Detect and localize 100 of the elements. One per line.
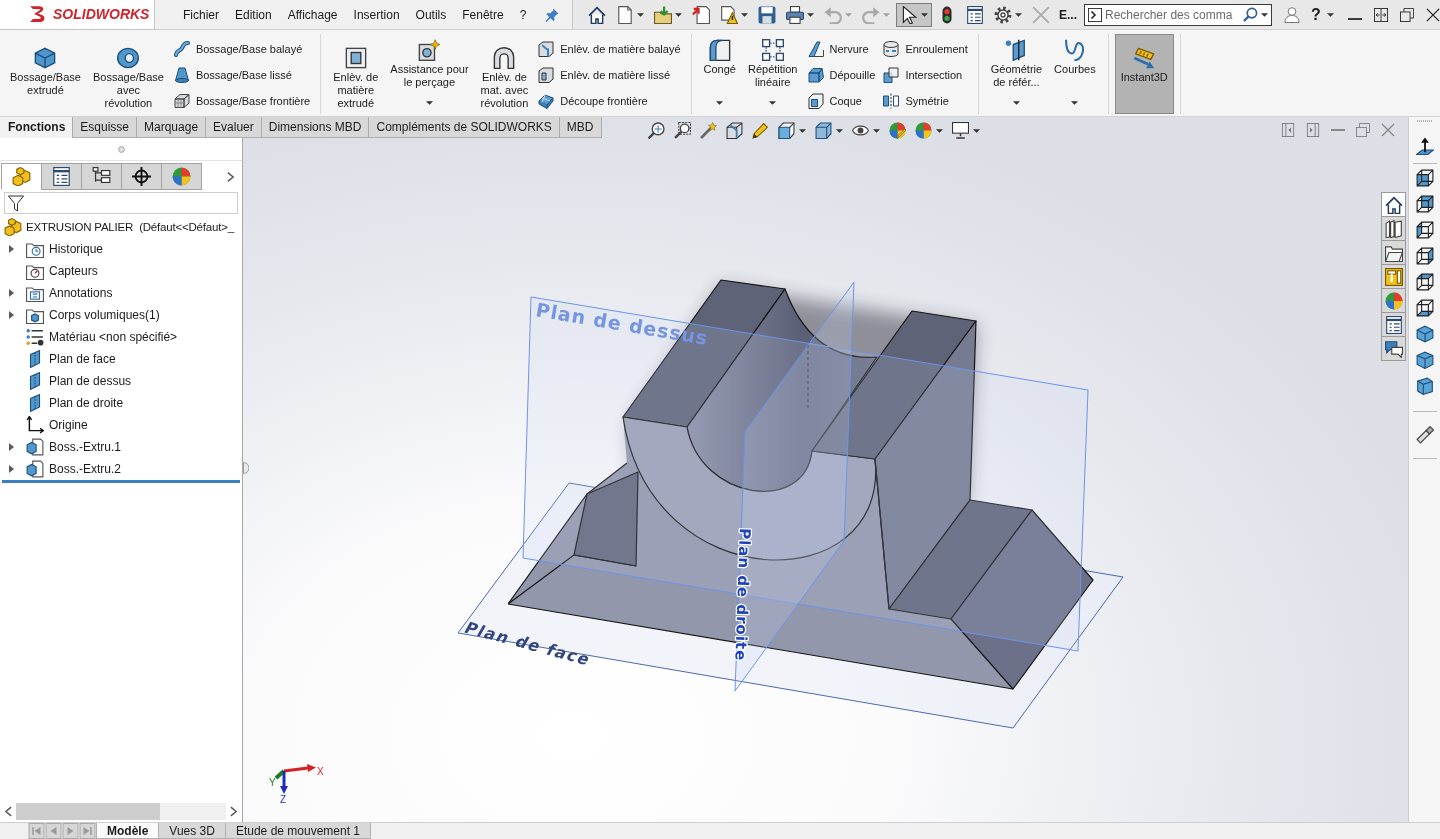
- ribbon-button[interactable]: Enlèv. de mat. avec révolution: [474, 34, 535, 114]
- tree-item[interactable]: Historique: [49, 242, 104, 256]
- wireframe-cube-icon[interactable]: [1415, 169, 1434, 187]
- expand-arrow-icon[interactable]: [8, 465, 14, 473]
- tree-item[interactable]: Plan de face: [49, 352, 116, 366]
- tree-item[interactable]: Annotations: [49, 286, 113, 300]
- caret-icon[interactable]: [1261, 12, 1268, 17]
- section-cube-icon[interactable]: [726, 122, 743, 139]
- ribbon-button[interactable]: Enlèv. de matière lissé: [534, 64, 685, 86]
- tree-item[interactable]: Origine: [49, 418, 88, 432]
- task-pane-tab[interactable]: [1381, 264, 1406, 289]
- panel-tab[interactable]: [81, 163, 122, 190]
- panel-tab[interactable]: [41, 163, 82, 190]
- tab[interactable]: Dimensions MBD: [260, 117, 370, 138]
- ribbon-button[interactable]: Bossage/Base avec révolution: [86, 34, 170, 114]
- color-ball-icon[interactable]: [915, 122, 932, 139]
- ribbon-button[interactable]: Bossage/Base extrudé: [4, 34, 87, 114]
- tab[interactable]: Modèle: [96, 823, 160, 839]
- search-box[interactable]: Rechercher des comma: [1084, 3, 1272, 26]
- tree-item[interactable]: Boss.-Extru.2: [49, 462, 122, 476]
- minimize-icon[interactable]: [1347, 17, 1362, 20]
- help-menu[interactable]: ?: [1311, 5, 1321, 24]
- ribbon-button[interactable]: Enroulement: [879, 38, 972, 60]
- ribbon-button[interactable]: Répétition linéaire: [741, 34, 804, 114]
- restore-icon[interactable]: [1399, 7, 1414, 22]
- tab[interactable]: Evaluer: [205, 117, 262, 138]
- expand-arrow-icon[interactable]: [8, 289, 14, 297]
- task-pane-tab[interactable]: [1381, 216, 1406, 241]
- ribbon-button[interactable]: Intersection: [879, 64, 972, 86]
- menu-item[interactable]: Fichier: [175, 7, 227, 22]
- ribbon-button[interactable]: Instant3D: [1114, 34, 1174, 114]
- splitter-handle-icon[interactable]: [117, 145, 125, 153]
- zoom-fit-icon[interactable]: [648, 122, 665, 139]
- tree-item[interactable]: Boss.-Extru.1: [49, 440, 122, 454]
- flashlight-icon[interactable]: [1415, 426, 1434, 444]
- pin-icon[interactable]: [545, 7, 559, 22]
- normal-to-icon[interactable]: [1415, 137, 1434, 155]
- monitor-icon[interactable]: [952, 122, 969, 139]
- menu-item[interactable]: Insertion: [345, 7, 408, 22]
- tree-item[interactable]: Matériau <non spécifié>: [49, 330, 178, 344]
- caret-icon[interactable]: [1326, 12, 1334, 17]
- tab[interactable]: MBD: [558, 117, 602, 138]
- caret-icon[interactable]: [936, 128, 943, 133]
- wireframe-cube-icon[interactable]: [1415, 195, 1434, 213]
- task-pane-tab[interactable]: [1381, 192, 1406, 217]
- wireframe-cube-icon[interactable]: [1415, 221, 1434, 239]
- eye-icon[interactable]: [852, 122, 869, 139]
- caret-icon[interactable]: [799, 128, 806, 133]
- ribbon-button[interactable]: Géométrie de référ...: [984, 34, 1049, 114]
- wireframe-cube-icon[interactable]: [1415, 247, 1434, 265]
- ribbon-button[interactable]: Découpe frontière: [534, 90, 685, 112]
- scrollbar-thumb[interactable]: [16, 803, 160, 820]
- ribbon-button[interactable]: Bossage/Base lissé: [169, 64, 315, 86]
- tree-item[interactable]: Capteurs: [49, 264, 98, 278]
- ribbon-button[interactable]: Bossage/Base balayé: [169, 38, 315, 60]
- menu-item[interactable]: Affichage: [279, 7, 346, 22]
- task-pane-tab[interactable]: [1381, 336, 1406, 361]
- cube-icon[interactable]: [1415, 351, 1434, 369]
- tile-icon[interactable]: [1373, 7, 1388, 22]
- task-pane-tab[interactable]: [1381, 240, 1406, 265]
- ribbon-button[interactable]: Assistance pour le perçage: [384, 34, 475, 114]
- tab[interactable]: Marquage: [136, 117, 207, 138]
- tab[interactable]: Etude de mouvement 1: [224, 823, 371, 839]
- chevron-left-icon[interactable]: [5, 806, 12, 817]
- tile-left-icon[interactable]: [1281, 123, 1295, 137]
- ribbon-button[interactable]: Coque: [803, 90, 880, 112]
- expand-arrow-icon[interactable]: [8, 443, 14, 451]
- close-icon[interactable]: [1425, 7, 1440, 22]
- wand-icon[interactable]: [700, 122, 717, 139]
- tab[interactable]: Esquisse: [72, 117, 138, 138]
- search-icon[interactable]: [1243, 7, 1258, 22]
- ribbon-button[interactable]: Enlèv. de matière extrudé: [327, 34, 385, 114]
- menu-item[interactable]: Outils: [407, 7, 455, 22]
- cube-icon[interactable]: [778, 122, 795, 139]
- menu-item[interactable]: ?: [511, 7, 535, 22]
- task-pane-tab[interactable]: [1381, 312, 1406, 337]
- splitter-handle-icon[interactable]: [243, 462, 249, 474]
- zoom-area-icon[interactable]: [674, 122, 691, 139]
- toolbar-button[interactable]: [896, 2, 932, 27]
- tab[interactable]: Vues 3D: [158, 823, 226, 839]
- terminal-icon[interactable]: [1088, 7, 1102, 22]
- caret-icon[interactable]: [973, 128, 980, 133]
- pencil-icon[interactable]: [752, 122, 769, 139]
- user-icon[interactable]: [1284, 5, 1300, 24]
- tree-item[interactable]: Plan de droite: [49, 396, 124, 410]
- expand-arrow-icon[interactable]: [8, 245, 14, 253]
- ribbon-button[interactable]: Nervure: [803, 38, 880, 60]
- chevron-right-icon[interactable]: [230, 806, 237, 817]
- tree-item[interactable]: EXTRUSION PALIER (Défaut<<Défaut>_: [26, 221, 234, 233]
- color-ball-pencil-icon[interactable]: [889, 122, 906, 139]
- wireframe-cube-icon[interactable]: [1415, 299, 1434, 317]
- panel-tab[interactable]: [121, 163, 162, 190]
- expand-arrow-icon[interactable]: [8, 311, 14, 319]
- caret-icon[interactable]: [836, 128, 843, 133]
- ribbon-button[interactable]: Bossage/Base frontière: [169, 90, 315, 112]
- tree-item[interactable]: Corps volumiques(1): [49, 308, 160, 322]
- ribbon-button[interactable]: Symétrie: [879, 90, 972, 112]
- filter-field[interactable]: [4, 192, 238, 214]
- ribbon-button[interactable]: Dépouille: [803, 64, 880, 86]
- menu-item[interactable]: Fenêtre: [454, 7, 512, 22]
